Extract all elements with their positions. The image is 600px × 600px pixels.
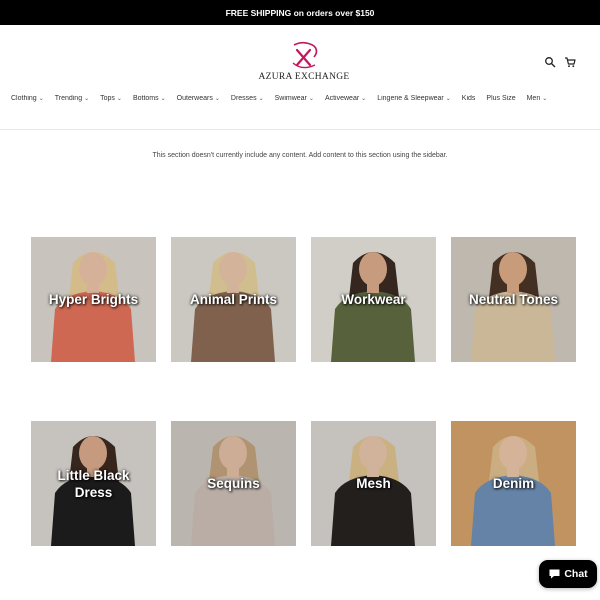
nav-item-bottoms[interactable]: Bottoms ⌄ bbox=[133, 95, 166, 102]
chat-bubble-icon bbox=[549, 569, 560, 579]
nav-item-lingerie-sleepwear[interactable]: Lingerie & Sleepwear ⌄ bbox=[377, 95, 451, 102]
nav-item-plus-size[interactable]: Plus Size bbox=[486, 95, 515, 102]
chat-button[interactable]: Chat bbox=[539, 560, 597, 588]
nav-item-kids[interactable]: Kids bbox=[462, 95, 476, 102]
chevron-down-icon: ⌄ bbox=[361, 96, 367, 102]
nav-item-label: Plus Size bbox=[486, 95, 516, 102]
search-icon[interactable] bbox=[544, 56, 556, 68]
chevron-down-icon: ⌄ bbox=[258, 96, 264, 102]
brand-logo[interactable]: AZURA EXCHANGE bbox=[252, 41, 356, 85]
nav-item-swimwear[interactable]: Swimwear ⌄ bbox=[275, 95, 314, 102]
nav-item-activewear[interactable]: Activewear ⌄ bbox=[325, 95, 366, 102]
main-navigation: Clothing ⌄ Trending ⌄ Tops ⌄ Bottoms ⌄ Outerwear… bbox=[11, 95, 600, 107]
chevron-down-icon: ⌄ bbox=[116, 96, 122, 102]
chat-label: Chat bbox=[564, 568, 588, 580]
collection-tile-hyper-brights[interactable]: Hyper Brights bbox=[31, 237, 156, 362]
collection-title: Mesh bbox=[356, 476, 391, 491]
nav-item-label: Tops bbox=[100, 95, 115, 102]
nav-item-dresses[interactable]: Dresses ⌄ bbox=[231, 95, 264, 102]
nav-item-men[interactable]: Men ⌄ bbox=[527, 95, 548, 102]
chevron-down-icon: ⌄ bbox=[84, 96, 90, 102]
nav-item-label: Bottoms bbox=[132, 95, 159, 102]
collection-title: Workwear bbox=[341, 292, 406, 307]
collection-title: Little Black Dress bbox=[57, 467, 130, 500]
nav-item-clothing[interactable]: Clothing ⌄ bbox=[11, 95, 44, 102]
site-header: AZURA EXCHANGE Clothing ⌄ Trending ⌄ Tops ⌄ Bo… bbox=[0, 25, 600, 130]
collection-tile-neutral-tones[interactable]: Neutral Tones bbox=[451, 237, 576, 362]
nav-item-label: Men bbox=[526, 95, 541, 102]
collection-tile-workwear[interactable]: Workwear bbox=[311, 237, 436, 362]
collection-tile-little-black-dress[interactable]: Little Black Dress bbox=[31, 421, 156, 546]
brand-name: AZURA EXCHANGE bbox=[258, 72, 350, 82]
collection-tile-animal-prints[interactable]: Animal Prints bbox=[171, 237, 296, 362]
nav-item-outerwears[interactable]: Outerwears ⌄ bbox=[177, 95, 220, 102]
announcement-text: FREE SHIPPING on orders over $150 bbox=[225, 7, 375, 18]
cart-icon[interactable] bbox=[564, 56, 576, 68]
empty-section-message: This section doesn't currently include a… bbox=[152, 152, 448, 159]
collection-title: Sequins bbox=[207, 476, 260, 491]
nav-item-label: Trending bbox=[54, 95, 83, 102]
chevron-down-icon: ⌄ bbox=[160, 96, 166, 102]
chevron-down-icon: ⌄ bbox=[542, 96, 548, 102]
collection-title: Animal Prints bbox=[189, 292, 278, 307]
collection-tile-mesh[interactable]: Mesh bbox=[311, 421, 436, 546]
chevron-down-icon: ⌄ bbox=[38, 96, 44, 102]
announcement-bar: FREE SHIPPING on orders over $150 bbox=[0, 0, 600, 25]
nav-item-tops[interactable]: Tops ⌄ bbox=[100, 95, 122, 102]
chevron-down-icon: ⌄ bbox=[445, 96, 451, 102]
collection-title: Hyper Brights bbox=[48, 292, 139, 307]
nav-item-label: Outerwears bbox=[176, 95, 213, 102]
nav-item-label: Kids bbox=[461, 95, 476, 102]
collection-tile-denim[interactable]: Denim bbox=[451, 421, 576, 546]
brand-monogram-icon bbox=[292, 41, 318, 69]
nav-item-label: Swimwear bbox=[274, 95, 307, 102]
collection-title: Denim bbox=[492, 476, 535, 491]
nav-item-label: Activewear bbox=[324, 95, 360, 102]
collection-title: Neutral Tones bbox=[468, 292, 558, 307]
nav-item-label: Lingerie & Sleepwear bbox=[377, 95, 444, 102]
chevron-down-icon: ⌄ bbox=[308, 96, 314, 102]
collection-tile-sequins[interactable]: Sequins bbox=[171, 421, 296, 546]
nav-item-label: Dresses bbox=[230, 95, 257, 102]
nav-item-trending[interactable]: Trending ⌄ bbox=[55, 95, 89, 102]
chevron-down-icon: ⌄ bbox=[214, 96, 220, 102]
nav-item-label: Clothing bbox=[11, 95, 37, 102]
